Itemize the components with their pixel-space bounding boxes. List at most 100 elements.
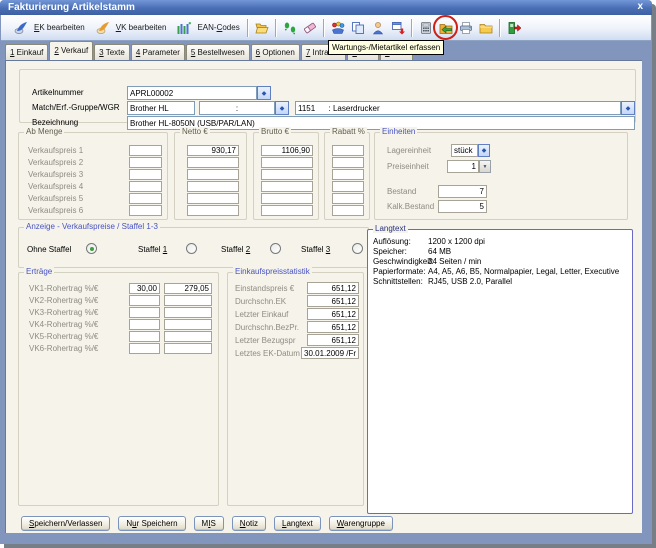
- artikelnummer-label: Artikelnummer: [32, 88, 84, 97]
- ab-menge-2-input[interactable]: [129, 157, 162, 168]
- rabatt-5-input[interactable]: [332, 193, 364, 204]
- application-window: Fakturierung Artikelstamm x EK bearbeite…: [0, 0, 652, 544]
- netto-4-input[interactable]: [187, 181, 239, 192]
- netto-group: Netto €: [174, 132, 247, 220]
- eraser-icon: [303, 21, 317, 35]
- hand-coins-button[interactable]: [328, 18, 348, 38]
- staffel-3-radio[interactable]: [352, 243, 363, 254]
- brutto-2-input[interactable]: [261, 157, 313, 168]
- vk6-rohertrag-prozent-input[interactable]: [129, 343, 160, 354]
- folder-button[interactable]: [476, 18, 496, 38]
- vk5-rohertrag-euro-input[interactable]: [164, 331, 212, 342]
- kalk-bestand-label: Kalk.Bestand: [387, 202, 434, 211]
- tab-optionen[interactable]: 6 Optionen: [251, 44, 300, 60]
- netto-1-input[interactable]: [187, 145, 239, 156]
- tooltip-wartungs-mietartikel: Wartungs-/Mietartikel erfassen: [328, 40, 444, 55]
- artikelnummer-input[interactable]: [127, 86, 257, 100]
- durchschn-ek-input[interactable]: [307, 295, 359, 307]
- netto-3-input[interactable]: [187, 169, 239, 180]
- ab-menge-5-input[interactable]: [129, 193, 162, 204]
- tab-parameter[interactable]: 4 Parameter: [131, 44, 185, 60]
- notiz-button[interactable]: Notiz: [232, 516, 266, 531]
- ean-codes-button[interactable]: EAN-Codes: [170, 16, 243, 40]
- ab-menge-4-input[interactable]: [129, 181, 162, 192]
- vk4-rohertrag-prozent-input[interactable]: [129, 319, 160, 330]
- mis-button[interactable]: MIS: [194, 516, 224, 531]
- brutto-1-input[interactable]: [261, 145, 313, 156]
- ohne-staffel-radio[interactable]: [86, 243, 97, 254]
- erf-gruppe-input[interactable]: [199, 101, 275, 115]
- brutto-3-input[interactable]: [261, 169, 313, 180]
- warengruppe-button[interactable]: Warengruppe: [329, 516, 393, 531]
- vk6-rohertrag-euro-input[interactable]: [164, 343, 212, 354]
- eraser-button[interactable]: [300, 18, 320, 38]
- tab-texte[interactable]: 3 Texte: [94, 44, 130, 60]
- export-button[interactable]: [388, 18, 408, 38]
- tab-verkauf[interactable]: 2 Verkauf: [49, 41, 93, 60]
- print-button[interactable]: [456, 18, 476, 38]
- langtext-group-title: Langtext: [373, 224, 408, 233]
- netto-5-input[interactable]: [187, 193, 239, 204]
- rabatt-1-input[interactable]: [332, 145, 364, 156]
- staffel-1-radio[interactable]: [186, 243, 197, 254]
- vk4-rohertrag-euro-input[interactable]: [164, 319, 212, 330]
- rabatt-4-input[interactable]: [332, 181, 364, 192]
- ab-menge-3-input[interactable]: [129, 169, 162, 180]
- vk5-rohertrag-prozent-input[interactable]: [129, 331, 160, 342]
- match-input[interactable]: [127, 101, 195, 115]
- calculator-button[interactable]: [416, 18, 436, 38]
- copy-button[interactable]: [348, 18, 368, 38]
- rabatt-3-input[interactable]: [332, 169, 364, 180]
- tab-einkauf[interactable]: 1 Einkauf: [5, 44, 48, 60]
- lagereinheit-input[interactable]: [451, 144, 478, 157]
- vk-bearbeiten-button[interactable]: VK bearbeiten: [89, 16, 171, 40]
- durchschn-bezpr-input[interactable]: [307, 321, 359, 333]
- netto-6-input[interactable]: [187, 205, 239, 216]
- vk1-rohertrag-prozent-input[interactable]: [129, 283, 160, 294]
- brutto-6-input[interactable]: [261, 205, 313, 216]
- footprints-button[interactable]: [280, 18, 300, 38]
- letzter-einkauf-input[interactable]: [307, 308, 359, 320]
- letztes-ek-datum-input[interactable]: [301, 347, 359, 359]
- vk2-rohertrag-prozent-input[interactable]: [129, 295, 160, 306]
- speichern-verlassen-button[interactable]: Speichern/Verlassen: [21, 516, 110, 531]
- exit-button[interactable]: [504, 18, 524, 38]
- brutto-5-input[interactable]: [261, 193, 313, 204]
- wartungs-mietartikel-button[interactable]: [436, 18, 456, 38]
- folder-open-button[interactable]: [252, 18, 272, 38]
- brutto-4-input[interactable]: [261, 181, 313, 192]
- preiseinheit-input[interactable]: [447, 160, 479, 173]
- letzter-bezugspr-input[interactable]: [307, 334, 359, 346]
- vk3-rohertrag-prozent-input[interactable]: [129, 307, 160, 318]
- rabatt-6-input[interactable]: [332, 205, 364, 216]
- einstandspreis-input[interactable]: [307, 282, 359, 294]
- vk3-rohertrag-euro-input[interactable]: [164, 307, 212, 318]
- ab-menge-1-input[interactable]: [129, 145, 162, 156]
- ean-codes-label: EAN-Codes: [197, 23, 239, 32]
- footprints-icon: [283, 21, 297, 35]
- vk1-rohertrag-euro-input[interactable]: [164, 283, 212, 294]
- rabatt-2-input[interactable]: [332, 157, 364, 168]
- geschwindigkeit-label: Geschwindigkeit:: [373, 257, 433, 266]
- user-button[interactable]: [368, 18, 388, 38]
- tab-bestellwesen[interactable]: 5 Bestellwesen: [186, 44, 250, 60]
- erf-gruppe-spinner-button[interactable]: [275, 101, 289, 115]
- warengruppe-combo-input[interactable]: [295, 101, 621, 115]
- netto-2-input[interactable]: [187, 157, 239, 168]
- schnittstellen-label: Schnittstellen:: [373, 277, 423, 286]
- preiseinheit-dropdown-button[interactable]: [479, 160, 491, 173]
- close-button[interactable]: x: [637, 0, 643, 14]
- kalk-bestand-input[interactable]: [438, 200, 487, 213]
- langtext-button[interactable]: Langtext: [274, 516, 321, 531]
- lagereinheit-spinner-button[interactable]: [478, 144, 490, 157]
- langtext-group[interactable]: Langtext Auflösung: 1200 x 1200 dpi Spei…: [367, 229, 633, 514]
- artikelnummer-spinner-button[interactable]: [257, 86, 271, 100]
- vk2-rohertrag-euro-input[interactable]: [164, 295, 212, 306]
- nur-speichern-button[interactable]: Nur Speichern: [118, 516, 185, 531]
- staffel-2-radio[interactable]: [270, 243, 281, 254]
- ek-bearbeiten-button[interactable]: EK bearbeiten: [7, 16, 89, 40]
- ab-menge-6-input[interactable]: [129, 205, 162, 216]
- bestand-input[interactable]: [438, 185, 487, 198]
- bezeichnung-label: Bezeichnung: [32, 118, 78, 127]
- warengruppe-spinner-button[interactable]: [621, 101, 635, 115]
